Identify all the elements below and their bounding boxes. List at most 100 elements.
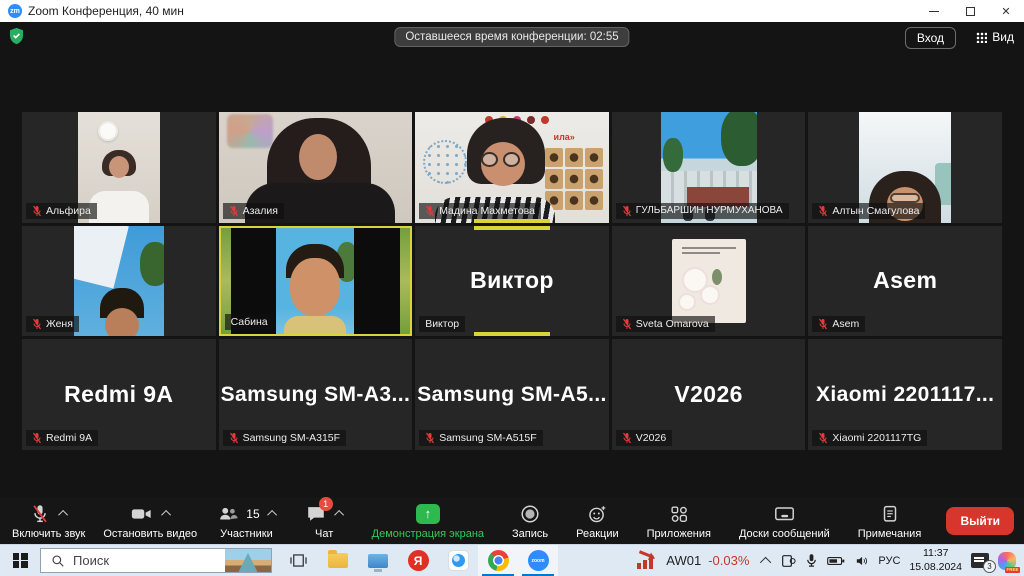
participant-tile-altyn[interactable]: Алтын Смагулова (808, 112, 1002, 223)
share-screen-icon: ↑ (416, 504, 440, 524)
start-button[interactable] (0, 545, 40, 576)
mic-muted-icon (425, 205, 435, 217)
participant-tile-azaliya[interactable]: Азалия (219, 112, 413, 223)
participant-name-label: Redmi 9A (26, 430, 98, 446)
participants-chevron[interactable] (267, 510, 277, 520)
participant-tile-sabina-active-speaker[interactable]: Сабина (219, 226, 413, 337)
video-thumbnail (276, 228, 354, 335)
close-button[interactable]: ✕ (988, 0, 1024, 22)
mic-muted-icon (32, 205, 42, 217)
zoom-taskbar-button[interactable]: zoom (518, 545, 558, 576)
file-explorer-button[interactable] (318, 545, 358, 576)
messenger-icon (448, 550, 469, 571)
display-app-button[interactable] (358, 545, 398, 576)
chrome-icon (488, 550, 509, 571)
chat-chevron[interactable] (334, 510, 344, 520)
monitor-icon (368, 554, 388, 568)
doodle-shape (423, 140, 467, 184)
window-controls: ✕ (916, 0, 1024, 22)
participant-name-label: ГУЛЬБАРШИН НУРМУХАНОВА (616, 203, 789, 219)
unmute-button[interactable]: Включить звук (10, 502, 87, 540)
news-and-interests-widget[interactable]: AW01 -0.03% (625, 545, 761, 576)
participant-tile-sveta[interactable]: Sveta Omarova (612, 226, 806, 337)
participant-tile-samsung-a5[interactable]: Samsung SM-A5... Samsung SM-A515F (415, 339, 609, 450)
participant-tile-alfira[interactable]: Альфира (22, 112, 216, 223)
chrome-button[interactable] (478, 545, 518, 576)
volume-icon[interactable] (854, 554, 869, 568)
apps-icon (668, 503, 690, 525)
participant-tile-xiaomi[interactable]: Xiaomi 2201117... Xiaomi 2201117TG (808, 339, 1002, 450)
taskbar-search-input[interactable]: Поиск (40, 548, 272, 573)
participant-name-label: Xiaomi 2201117TG (812, 430, 927, 446)
participant-name-label: Женя (26, 316, 79, 332)
apps-button[interactable]: Приложения (645, 502, 713, 540)
mic-muted-icon (622, 205, 632, 217)
participant-tile-v2026[interactable]: V2026 V2026 (612, 339, 806, 450)
reactions-button[interactable]: Реакции (574, 502, 621, 540)
clock[interactable]: 11:37 15.08.2024 (909, 547, 962, 573)
mic-muted-icon (818, 432, 828, 444)
search-placeholder: Поиск (73, 553, 109, 568)
folder-icon (328, 553, 348, 568)
login-button[interactable]: Вход (905, 27, 956, 49)
notification-count-badge: 3 (983, 560, 996, 573)
mic-muted-icon (425, 432, 435, 444)
participant-tile-asem[interactable]: Asem Asem (808, 226, 1002, 337)
yandex-icon: Я (408, 550, 429, 571)
mic-muted-icon (622, 318, 632, 330)
participants-icon (216, 503, 240, 525)
microphone-tray-icon[interactable] (805, 553, 818, 568)
chat-unread-badge: 1 (319, 497, 333, 511)
participant-tile-viktor[interactable]: Виктор Виктор (415, 226, 609, 337)
stock-chart-down-icon (637, 553, 659, 569)
camera-icon (129, 503, 154, 525)
audio-options-chevron[interactable] (58, 510, 68, 520)
whiteboards-button[interactable]: Доски сообщений (737, 502, 832, 540)
smiley-plus-icon (586, 503, 608, 525)
yandex-browser-button[interactable]: Я (398, 545, 438, 576)
task-view-icon (289, 551, 308, 570)
minimize-button[interactable] (916, 0, 952, 22)
security-shield-icon[interactable] (8, 27, 25, 50)
participant-tile-gulbarshin[interactable]: ГУЛЬБАРШИН НУРМУХАНОВА (612, 112, 806, 223)
mic-muted-icon (32, 432, 42, 444)
notification-center-icon[interactable]: 3 (971, 553, 989, 568)
tray-expand-chevron[interactable] (760, 556, 771, 567)
notes-icon (879, 503, 901, 525)
grid-view-icon (976, 32, 987, 43)
maximize-button[interactable] (952, 0, 988, 22)
video-thumbnail (74, 226, 164, 337)
stop-video-button[interactable]: Остановить видео (101, 502, 199, 540)
battery-icon[interactable] (827, 555, 845, 567)
wall-clock-shape (98, 121, 118, 141)
language-indicator[interactable]: РУС (878, 555, 900, 567)
participant-name-label: Азалия (223, 203, 284, 219)
mic-muted-icon (32, 318, 42, 330)
messenger-app-button[interactable] (438, 545, 478, 576)
chat-button[interactable]: 1 Чат (303, 502, 346, 540)
search-highlight-image[interactable] (225, 549, 271, 572)
tray-date: 15.08.2024 (909, 561, 962, 573)
participant-tile-redmi[interactable]: Redmi 9A Redmi 9A (22, 339, 216, 450)
participant-tile-zhenya[interactable]: Женя (22, 226, 216, 337)
participant-tile-samsung-a3[interactable]: Samsung SM-A3... Samsung SM-A315F (219, 339, 413, 450)
system-tray: РУС 11:37 15.08.2024 3 FREE (761, 545, 1024, 576)
participant-tile-madina[interactable]: ила» Мадина Махметова (415, 112, 609, 223)
free-app-icon[interactable]: FREE (998, 552, 1016, 570)
participant-name-label: Samsung SM-A315F (223, 430, 346, 446)
share-screen-button[interactable]: ↑ Демонстрация экрана (370, 502, 486, 540)
leave-meeting-button[interactable]: Выйти (946, 507, 1014, 535)
video-options-chevron[interactable] (161, 510, 171, 520)
device-icon[interactable] (780, 553, 796, 569)
stock-change: -0.03% (708, 553, 749, 568)
window-title: Zoom Конференция, 40 мин (28, 4, 184, 18)
meeting-timer-badge: Оставшееся время конференции: 02:55 (394, 27, 629, 47)
stock-ticker: AW01 (666, 553, 701, 568)
record-button[interactable]: Запись (510, 502, 550, 540)
participants-button[interactable]: 15 Участники (214, 502, 278, 540)
notes-button[interactable]: Примечания (856, 502, 924, 540)
mic-muted-icon (818, 205, 828, 217)
task-view-button[interactable] (278, 545, 318, 576)
zoom-app-icon: zm (8, 4, 22, 18)
view-button[interactable]: Вид (976, 30, 1014, 44)
